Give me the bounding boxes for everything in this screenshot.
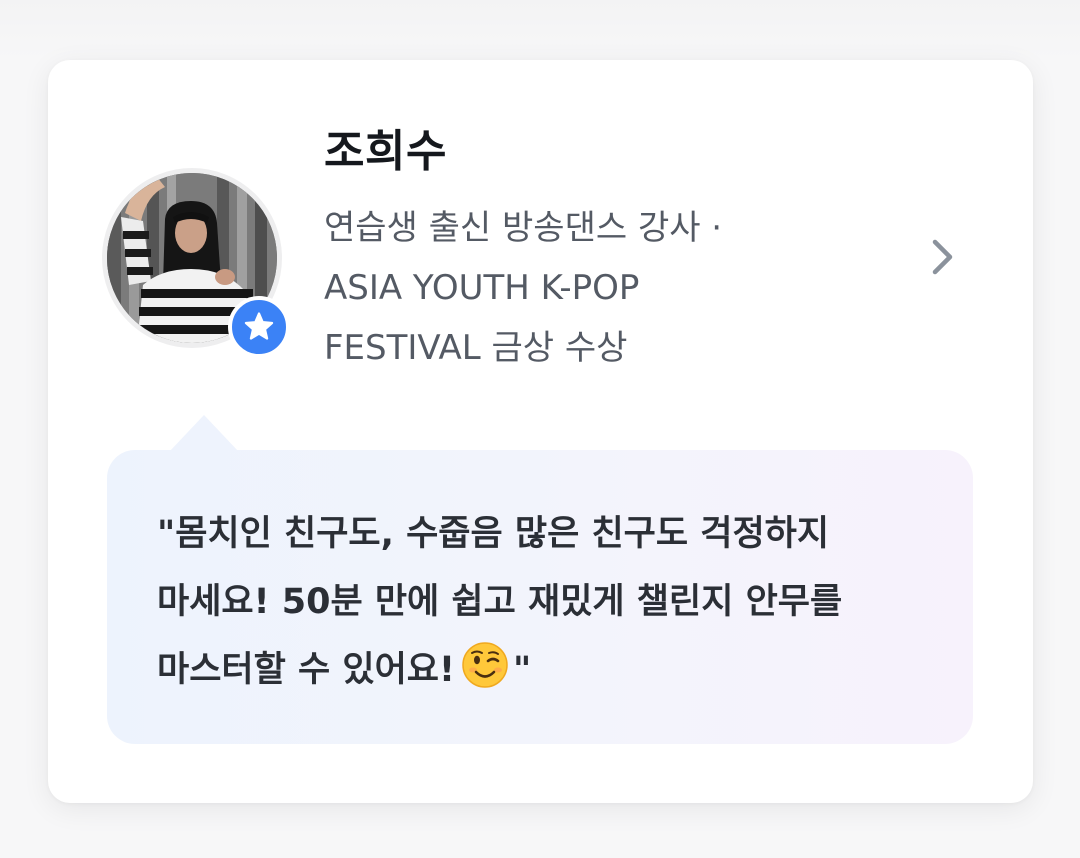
quote-bubble: "몸치인 친구도, 수줍음 많은 친구도 걱정하지 마세요! 50분 만에 쉽고… (107, 450, 973, 744)
verified-badge (228, 296, 290, 358)
bio-line: ASIA YOUTH K-POP (324, 268, 640, 308)
instructor-name: 조희수 (324, 126, 447, 177)
quote-line-text: 마스터할 수 있어요! (157, 650, 455, 690)
instructor-bio: 연습생 출신 방송댄스 강사 · ASIA YOUTH K-POP FESTIV… (324, 198, 824, 378)
speech-bubble-tail (170, 415, 238, 451)
avatar-container (102, 168, 290, 358)
chevron-right-icon[interactable] (926, 232, 960, 282)
instructor-card: 조희수 연습생 출신 방송댄스 강사 · ASIA YOUTH K-POP FE… (48, 60, 1033, 803)
quote-closing-mark: " (512, 650, 532, 690)
instructor-profile-link[interactable]: 조희수 연습생 출신 방송댄스 강사 · ASIA YOUTH K-POP FE… (48, 60, 1033, 420)
quote-line: 마스터할 수 있어요! " (157, 636, 913, 704)
bio-line: 연습생 출신 방송댄스 강사 · (324, 208, 723, 248)
bio-line: FESTIVAL 금상 수상 (324, 328, 628, 368)
quote-text: "몸치인 친구도, 수줍음 많은 친구도 걱정하지 마세요! 50분 만에 쉽고… (157, 500, 913, 704)
quote-line: 마세요! 50분 만에 쉽고 재밌게 챌린지 안무를 (157, 582, 843, 622)
page-background: 조희수 연습생 출신 방송댄스 강사 · ASIA YOUTH K-POP FE… (0, 0, 1080, 858)
star-icon (244, 312, 274, 340)
quote-line: "몸치인 친구도, 수줍음 많은 친구도 걱정하지 (157, 514, 830, 554)
winking-face-icon (462, 642, 508, 688)
